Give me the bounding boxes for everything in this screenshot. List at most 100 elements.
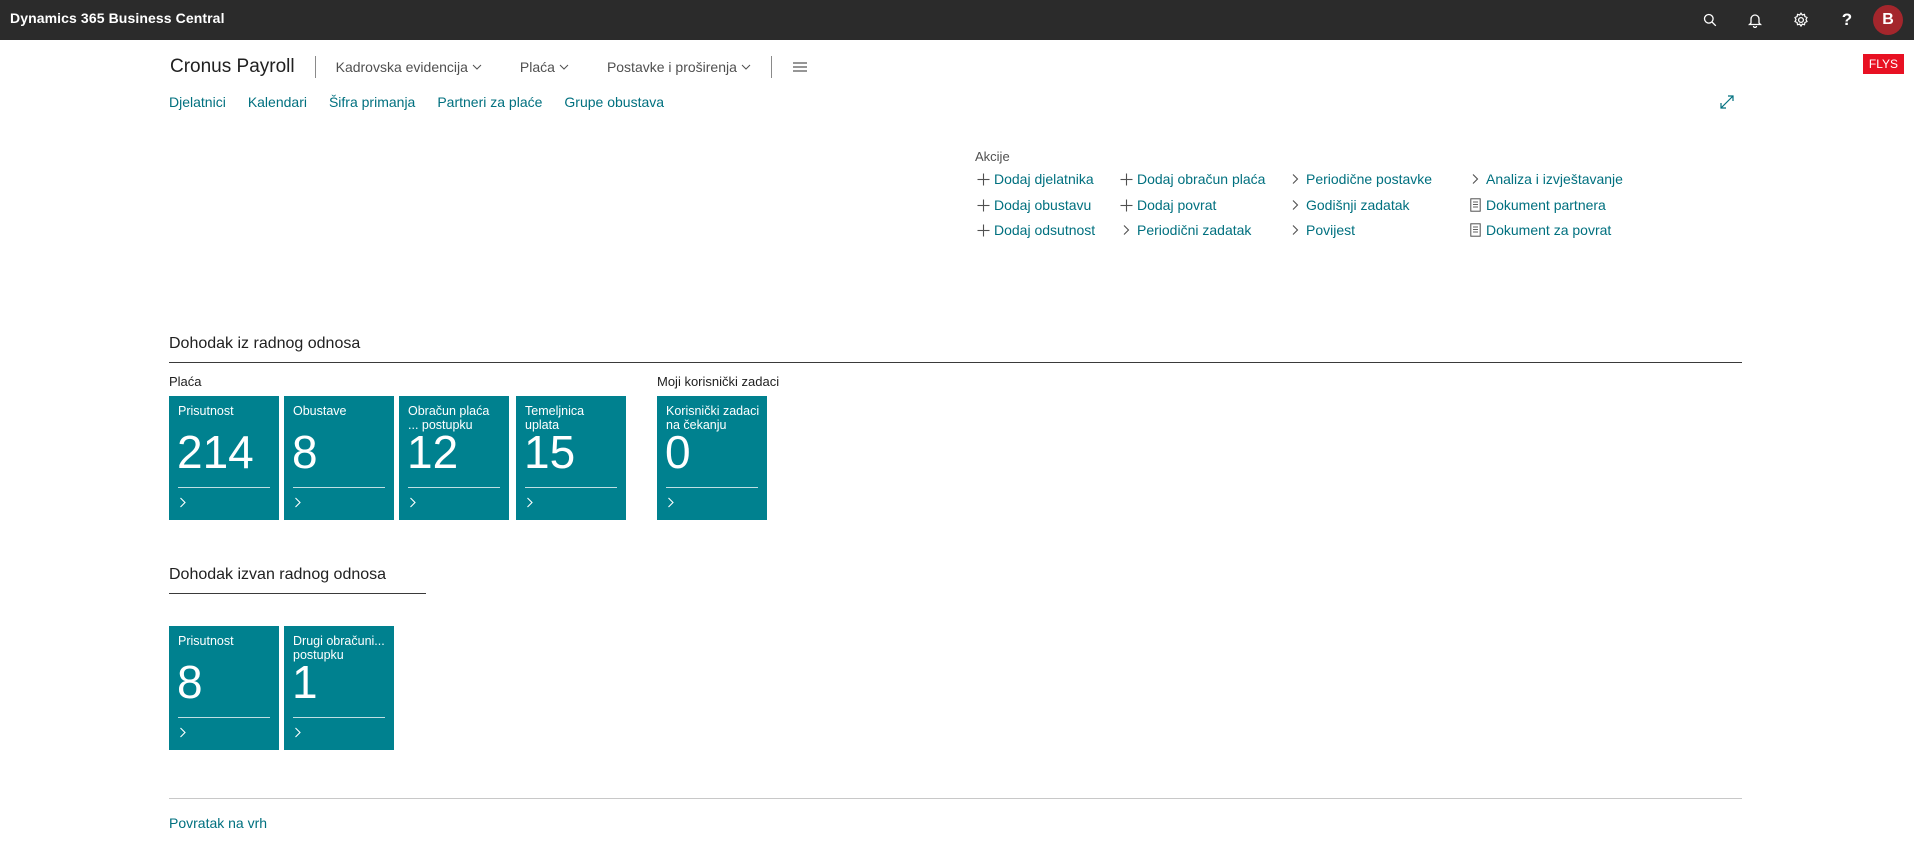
back-to-top-link[interactable]: Povratak na vrh (169, 815, 267, 831)
action-dokument-partnera[interactable]: Dokument partnera (1467, 197, 1606, 213)
chevron-down-icon (472, 64, 482, 70)
tile-value: 8 (292, 426, 318, 478)
tile-value: 8 (177, 656, 203, 708)
tile-divider (525, 487, 617, 488)
tile-korisnicki-zadaci[interactable]: Korisnički zadaci na čekanju 0 (657, 396, 767, 520)
action-label: Analiza i izvještavanje (1486, 171, 1623, 187)
environment-badge: FLYS (1862, 54, 1904, 74)
chevron-right-icon (1287, 222, 1303, 238)
nav-link-kalendari[interactable]: Kalendari (248, 94, 307, 110)
tile-divider (293, 717, 385, 718)
menu-postavke[interactable]: Postavke i proširenja (607, 59, 751, 75)
action-dodaj-obracun-placa[interactable]: Dodaj obračun plaća (1118, 171, 1265, 187)
tile-divider (293, 487, 385, 488)
tile-value: 1 (292, 656, 318, 708)
nav-link-sifra-primanja[interactable]: Šifra primanja (329, 94, 415, 110)
tile-label: Prisutnost (178, 404, 234, 418)
tile-divider (408, 487, 500, 488)
app-title[interactable]: Dynamics 365 Business Central (10, 10, 225, 26)
action-label: Dodaj djelatnika (994, 171, 1094, 187)
tile-temeljnica-uplata[interactable]: Temeljnica uplata 15 (516, 396, 626, 520)
action-dodaj-obustavu[interactable]: Dodaj obustavu (975, 197, 1091, 213)
tile-value: 0 (665, 426, 691, 478)
actions-title: Akcije (975, 149, 1010, 164)
menu-label: Kadrovska evidencija (335, 59, 468, 75)
section-title-dohodak-iz-radnog-odnosa: Dohodak iz radnog odnosa (169, 335, 361, 352)
tile-value: 15 (524, 426, 576, 478)
avatar[interactable]: B (1873, 5, 1903, 35)
chevron-right-icon (668, 497, 674, 508)
action-periodicni-zadatak[interactable]: Periodični zadatak (1118, 222, 1251, 238)
nav-link-partneri[interactable]: Partneri za plaće (437, 94, 542, 110)
chevron-right-icon (1287, 171, 1303, 187)
chevron-right-icon (295, 497, 301, 508)
tile-divider (178, 487, 270, 488)
plus-icon (1118, 171, 1134, 187)
tile-prisutnost[interactable]: Prisutnost 214 (169, 396, 279, 520)
menu-kadrovska-evidencija[interactable]: Kadrovska evidencija (336, 59, 482, 75)
chevron-right-icon (180, 497, 186, 508)
bell-icon[interactable] (1745, 10, 1765, 30)
nav-link-grupe-obustava[interactable]: Grupe obustava (564, 94, 664, 110)
company-name[interactable]: Cronus Payroll (170, 56, 295, 78)
tile-obustave[interactable]: Obustave 8 (284, 396, 394, 520)
tile-value: 214 (177, 426, 254, 478)
action-godisnji-zadatak[interactable]: Godišnji zadatak (1287, 197, 1410, 213)
action-label: Dokument za povrat (1486, 222, 1612, 238)
navigation-bar: Cronus Payroll Kadrovska evidencija Plać… (170, 54, 808, 80)
tile-divider (666, 487, 758, 488)
action-dodaj-odsutnost[interactable]: Dodaj odsutnost (975, 222, 1095, 238)
section-title-dohodak-izvan-radnog-odnosa: Dohodak izvan radnog odnosa (169, 566, 387, 583)
divider (770, 56, 772, 78)
group-title-moji-korisnicki-zadaci: Moji korisnički zadaci (657, 374, 780, 389)
hamburger-menu-icon[interactable] (792, 61, 808, 73)
action-label: Dokument partnera (1486, 197, 1606, 213)
action-periodicne-postavke[interactable]: Periodične postavke (1287, 171, 1432, 187)
expand-icon[interactable] (1719, 94, 1735, 114)
search-icon[interactable] (1700, 10, 1720, 30)
chevron-right-icon (1287, 197, 1303, 213)
tile-prisutnost-izvan[interactable]: Prisutnost 8 (169, 626, 279, 750)
action-analiza-izvjestavanje[interactable]: Analiza i izvještavanje (1467, 171, 1623, 187)
section-divider (169, 362, 1742, 363)
chevron-right-icon (527, 497, 533, 508)
action-dodaj-povrat[interactable]: Dodaj povrat (1118, 197, 1216, 213)
action-dodaj-djelatnika[interactable]: Dodaj djelatnika (975, 171, 1094, 187)
tile-obracun-placa[interactable]: Obračun plaća ... postupku 12 (399, 396, 509, 520)
chevron-right-icon (1467, 171, 1483, 187)
plus-icon (975, 222, 991, 238)
tile-label: Prisutnost (178, 634, 234, 648)
document-icon (1467, 197, 1483, 213)
chevron-down-icon (741, 64, 751, 70)
action-label: Dodaj povrat (1137, 197, 1217, 213)
plus-icon (975, 171, 991, 187)
nav-link-djelatnici[interactable]: Djelatnici (169, 94, 226, 110)
action-label: Dodaj obustavu (994, 197, 1092, 213)
group-title-placa: Plaća (169, 374, 202, 389)
chevron-right-icon (410, 497, 416, 508)
action-label: Periodične postavke (1306, 171, 1433, 187)
tile-label: Obustave (293, 404, 347, 418)
divider (314, 56, 316, 78)
plus-icon (975, 197, 991, 213)
chevron-right-icon (180, 727, 186, 738)
action-povijest[interactable]: Povijest (1287, 222, 1355, 238)
gear-icon[interactable] (1791, 10, 1811, 30)
tile-value: 12 (407, 426, 459, 478)
chevron-right-icon (1118, 222, 1134, 238)
menu-label: Plaća (519, 59, 555, 75)
action-label: Periodični zadatak (1137, 222, 1252, 238)
action-label: Dodaj odsutnost (994, 222, 1096, 238)
tile-drugi-obracuni[interactable]: Drugi obračuni... postupku 1 (284, 626, 394, 750)
action-label: Dodaj obračun plaća (1137, 171, 1266, 187)
action-dokument-za-povrat[interactable]: Dokument za povrat (1467, 222, 1611, 238)
menu-label: Postavke i proširenja (606, 59, 737, 75)
top-bar: Dynamics 365 Business Central ? B (0, 0, 1914, 40)
footer-divider (169, 798, 1742, 799)
help-icon[interactable]: ? (1837, 10, 1857, 30)
chevron-right-icon (295, 727, 301, 738)
chevron-down-icon (559, 64, 569, 70)
document-icon (1467, 222, 1483, 238)
menu-placa[interactable]: Plaća (520, 59, 569, 75)
action-label: Povijest (1306, 222, 1356, 238)
